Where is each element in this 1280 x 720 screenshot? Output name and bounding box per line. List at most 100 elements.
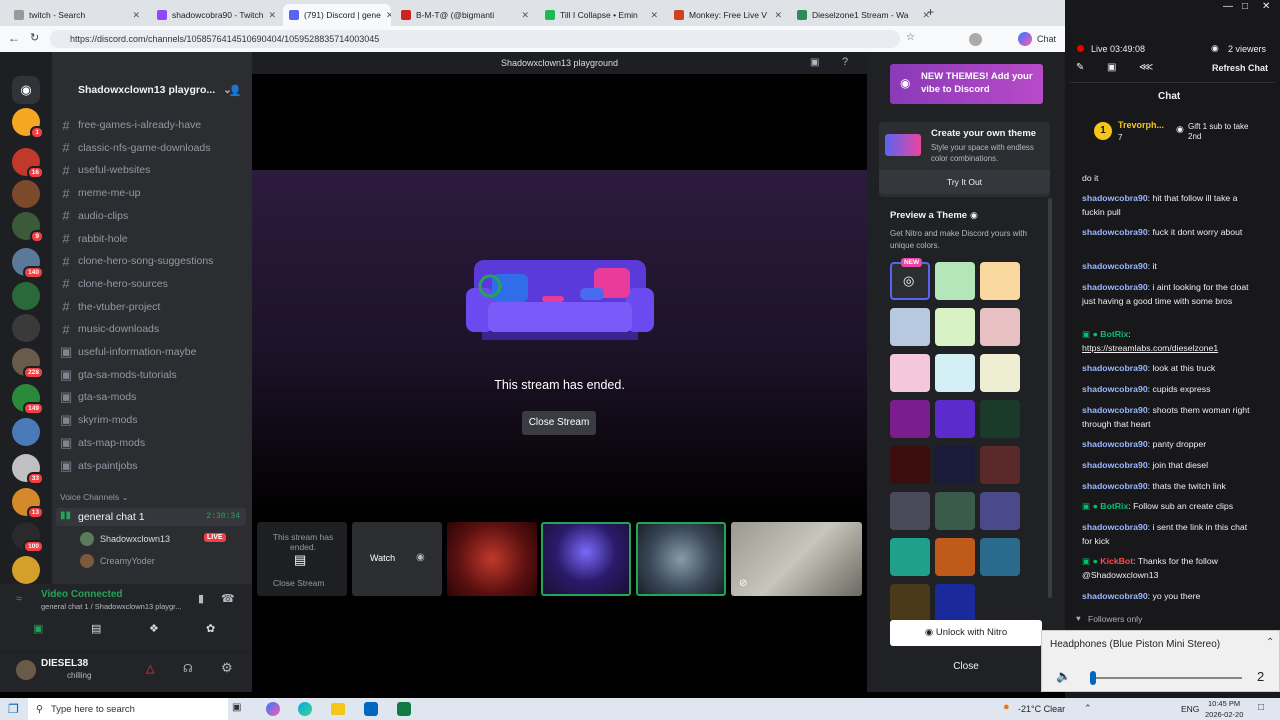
language-indicator[interactable]: ENG: [1181, 704, 1199, 714]
server-icon[interactable]: 140: [12, 248, 44, 279]
gear-icon[interactable]: ⚙: [221, 660, 233, 676]
browser-tab[interactable]: twitch - Search ✕: [8, 4, 146, 26]
theme-swatch[interactable]: [890, 308, 930, 346]
chat-username[interactable]: shadowcobra90: [1082, 384, 1148, 394]
server-icon[interactable]: [12, 314, 40, 342]
notification-icon[interactable]: □: [1258, 702, 1264, 713]
participant-tile-speaking[interactable]: [636, 522, 726, 596]
mute-mic-icon[interactable]: △: [146, 662, 154, 675]
clock-date[interactable]: 2026-02-20: [1205, 710, 1243, 719]
server-icon[interactable]: 9: [12, 212, 44, 243]
theme-swatch[interactable]: [890, 538, 930, 576]
theme-swatch[interactable]: [980, 308, 1020, 346]
close-tab-icon[interactable]: ✕: [521, 10, 529, 21]
activity-button[interactable]: ❖: [149, 622, 159, 635]
refresh-chat-button[interactable]: Refresh Chat: [1212, 63, 1268, 73]
star-icon[interactable]: ☆: [906, 32, 915, 43]
browser-tab[interactable]: Monkey: Free Live V ✕: [668, 4, 788, 26]
channel-the-vtuber-project[interactable]: # the-vtuber-project: [60, 297, 160, 317]
store-icon[interactable]: [364, 702, 378, 716]
server-icon[interactable]: [12, 418, 40, 446]
channel-rabbit-hole[interactable]: # rabbit-hole: [60, 229, 127, 249]
theme-swatch[interactable]: [935, 446, 975, 484]
copilot-icon[interactable]: [1018, 32, 1032, 46]
browser-tab[interactable]: shadowcobra90 - Twitch ✕: [151, 4, 279, 26]
close-tab-icon[interactable]: ✕: [650, 10, 658, 21]
close-tab-icon[interactable]: ✕: [386, 10, 391, 21]
chevron-up-icon[interactable]: ⌃: [1266, 637, 1274, 648]
chat-username[interactable]: shadowcobra90: [1082, 261, 1148, 271]
channel-useful-information-maybe[interactable]: ▣ useful-information-maybe: [60, 342, 196, 362]
disconnect-icon[interactable]: ☎: [221, 592, 235, 605]
copilot-chat-label[interactable]: Chat: [1037, 34, 1056, 44]
channel-audio-clips[interactable]: # audio-clips: [60, 206, 128, 226]
reload-icon[interactable]: ↻: [30, 31, 39, 44]
server-icon[interactable]: [12, 556, 40, 584]
chat-username[interactable]: shadowcobra90: [1082, 522, 1148, 532]
scrollbar[interactable]: [1048, 198, 1052, 598]
pencil-icon[interactable]: ✎: [1076, 62, 1084, 73]
gift-leaderboard[interactable]: 1 Trevorph... 7 ◉ Gift 1 sub to take 2nd: [1070, 112, 1270, 158]
soundboard-button[interactable]: ✿: [206, 622, 215, 635]
server-icon[interactable]: 33: [12, 454, 44, 485]
server-header[interactable]: Shadowxclown13 playgro... ⌄ 👤: [52, 76, 252, 104]
channel-skyrim-mods[interactable]: ▣ skyrim-mods: [60, 410, 138, 430]
channel-ats-map-mods[interactable]: ▣ ats-map-mods: [60, 433, 145, 453]
speaker-icon[interactable]: 🔈: [1056, 669, 1071, 683]
theme-swatch[interactable]: [890, 584, 930, 622]
channel-meme-me-up[interactable]: # meme-me-up: [60, 183, 140, 203]
back-icon[interactable]: ←: [8, 31, 20, 45]
theme-swatch[interactable]: [890, 354, 930, 392]
noise-icon[interactable]: ▮: [198, 592, 204, 605]
chat-username[interactable]: shadowcobra90: [1082, 460, 1148, 470]
theme-swatch[interactable]: [935, 538, 975, 576]
voice-channel-general[interactable]: ▮▮ general chat 1 2:30:34: [56, 508, 246, 526]
theme-swatch[interactable]: [980, 492, 1020, 530]
voice-user-creamyyoder[interactable]: CreamyYoder: [80, 554, 245, 570]
channel-classic-nfs-game-downloads[interactable]: # classic-nfs-game-downloads: [60, 138, 210, 158]
screenshare-button[interactable]: ▤: [91, 622, 101, 635]
browser-tab[interactable]: (791) Discord | gene ✕: [283, 4, 391, 26]
close-stream-button[interactable]: Close Stream: [522, 411, 596, 435]
channel-music-downloads[interactable]: # music-downloads: [60, 319, 159, 339]
server-icon[interactable]: 149: [12, 384, 44, 415]
avatar[interactable]: [16, 660, 36, 680]
chat-username[interactable]: shadowcobra90: [1082, 193, 1148, 203]
headphones-icon[interactable]: ☊: [183, 662, 193, 675]
maximize-icon[interactable]: □: [1242, 1, 1248, 12]
stream-tile-ended[interactable]: This stream has ended. ▤ Close Stream: [257, 522, 347, 596]
channel-ats-paintjobs[interactable]: ▣ ats-paintjobs: [60, 456, 138, 476]
chat-username[interactable]: KickBot: [1100, 556, 1133, 566]
discord-home-icon[interactable]: ◉: [12, 76, 40, 104]
theme-swatch[interactable]: [935, 354, 975, 392]
channel-clone-hero-song-suggestions[interactable]: # clone-hero-song-suggestions: [60, 251, 213, 271]
close-icon[interactable]: ✕: [1262, 1, 1270, 12]
chat-username[interactable]: BotRix: [1100, 501, 1128, 511]
chat-username[interactable]: shadowcobra90: [1082, 481, 1148, 491]
channel-gta-sa-mods-tutorials[interactable]: ▣ gta-sa-mods-tutorials: [60, 365, 177, 385]
new-tab-icon[interactable]: +: [927, 5, 934, 19]
channel-free-games-i-already-have[interactable]: # free-games-i-already-have: [60, 115, 201, 135]
chat-username[interactable]: shadowcobra90: [1082, 363, 1148, 373]
webcam-tile[interactable]: ⊘: [731, 522, 862, 596]
try-it-out-button[interactable]: Try It Out: [879, 170, 1050, 194]
theme-swatch[interactable]: [935, 308, 975, 346]
chat-username[interactable]: shadowcobra90: [1082, 405, 1148, 415]
chat-username[interactable]: shadowcobra90: [1082, 227, 1148, 237]
app-icon[interactable]: [397, 702, 411, 716]
taskbar-search-box[interactable]: ⚲ Type here to search: [28, 698, 228, 720]
theme-swatch[interactable]: [980, 538, 1020, 576]
voice-user-shadowxclown13[interactable]: Shadowxclown13 LIVE: [80, 532, 245, 548]
theme-swatch[interactable]: [890, 446, 930, 484]
close-tab-icon[interactable]: ✕: [269, 10, 277, 21]
volume-slider[interactable]: [1090, 671, 1242, 685]
theme-swatch[interactable]: [890, 492, 930, 530]
theme-swatch[interactable]: [935, 492, 975, 530]
watch-button[interactable]: Watch: [370, 553, 395, 563]
chat-username[interactable]: BotRix: [1100, 329, 1128, 339]
share-icon[interactable]: ⋘: [1139, 62, 1153, 73]
theme-swatch[interactable]: [935, 584, 975, 622]
popout-icon[interactable]: ◉: [416, 552, 425, 563]
browser-tab[interactable]: B-M-T@ (@bigmanti ✕: [395, 4, 535, 26]
tile-close-stream[interactable]: Close Stream: [273, 578, 325, 588]
